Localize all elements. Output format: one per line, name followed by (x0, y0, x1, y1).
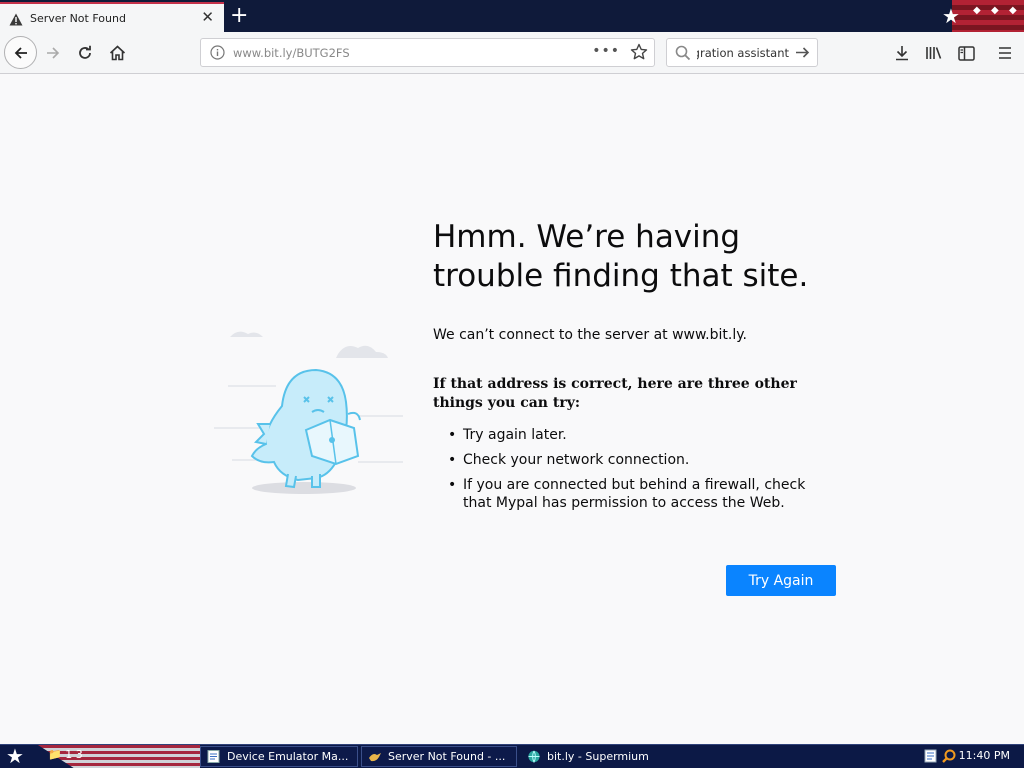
tab-title: Server Not Found (30, 12, 126, 25)
notepad-icon[interactable] (924, 749, 938, 763)
minimize-icon[interactable]: ◆ (973, 5, 981, 16)
error-title: Hmm. We’re having trouble finding that s… (433, 219, 809, 294)
tab-bar: Server Not Found ✕ + ★ ◆ ◆ ◆ (0, 0, 1024, 32)
error-page: Hmm. We’re having trouble finding that s… (0, 74, 1024, 744)
search-go-icon[interactable] (794, 44, 811, 65)
star-icon: ★ (942, 4, 960, 28)
url-text[interactable]: www.bit.ly/BUTG2FS (233, 46, 350, 60)
warning-icon (9, 11, 23, 30)
back-button[interactable] (4, 36, 37, 69)
system-tray: 11:40 PM (920, 745, 1024, 768)
home-icon (109, 45, 125, 61)
bird-icon (369, 753, 381, 762)
taskbar-item-label: Server Not Found - ... (388, 750, 506, 763)
search-icon (675, 45, 691, 65)
dinosaur-illustration (214, 331, 403, 494)
menu-button[interactable] (989, 37, 1021, 69)
downloads-button[interactable] (886, 37, 918, 69)
close-window-icon[interactable]: ◆ (1009, 5, 1017, 16)
tips-heading: If that address is correct, here are thr… (433, 376, 797, 411)
bookmark-star-icon[interactable] (630, 43, 648, 65)
info-icon[interactable] (210, 45, 225, 64)
maximize-icon[interactable]: ◆ (991, 5, 999, 16)
start-button[interactable]: ★ (6, 745, 24, 767)
search-bar[interactable]: Integration assistant (666, 38, 818, 67)
download-icon (896, 46, 908, 61)
tab-server-not-found[interactable]: Server Not Found ✕ (0, 2, 224, 32)
clock: 11:40 PM (958, 749, 1010, 762)
hamburger-menu-icon (999, 47, 1011, 59)
error-description: We can’t connect to the server at www.bi… (433, 327, 747, 343)
new-tab-icon[interactable]: + (230, 3, 248, 29)
globe-icon (528, 750, 540, 763)
taskbar-item-label: Device Emulator Ma... (227, 750, 349, 763)
search-tray-icon[interactable] (942, 749, 956, 763)
reload-button[interactable] (69, 37, 101, 69)
back-arrow-icon (14, 46, 27, 59)
try-again-button[interactable]: Try Again (726, 565, 836, 596)
forward-button[interactable] (37, 37, 69, 69)
forward-arrow-icon (47, 47, 60, 59)
page-actions-icon[interactable]: ••• (592, 43, 620, 59)
url-bar[interactable]: www.bit.ly/BUTG2FS ••• (200, 38, 655, 67)
library-icon (926, 47, 942, 59)
search-input[interactable]: Integration assistant (697, 46, 789, 60)
library-button[interactable] (918, 37, 950, 69)
nav-bar: www.bit.ly/BUTG2FS ••• Integration assis… (0, 32, 1024, 74)
taskbar-item-label: bit.ly - Supermium (547, 750, 649, 763)
folder-label: 1 3 (65, 748, 83, 761)
document-icon (207, 750, 220, 763)
folder-icon: 📁 (48, 748, 62, 761)
reload-icon (79, 45, 91, 59)
taskbar: ★ 📁 1 3 Device Emulator Ma... Server Not… (0, 744, 1024, 768)
taskbar-item-device-emulator[interactable]: Device Emulator Ma... (200, 746, 358, 767)
sidebar-icon (957, 45, 975, 61)
close-tab-icon[interactable]: ✕ (201, 10, 214, 25)
tips-list: Try again later. Check your network conn… (433, 426, 833, 519)
home-button[interactable] (101, 37, 133, 69)
taskbar-item-supermium[interactable]: bit.ly - Supermium (520, 746, 676, 767)
folder-launcher[interactable]: 📁 1 3 (48, 748, 83, 761)
sidebar-button[interactable] (950, 37, 982, 69)
taskbar-item-server-not-found[interactable]: Server Not Found - ... (361, 746, 517, 767)
list-item: Try again later. (433, 426, 833, 444)
list-item: If you are connected but behind a firewa… (433, 476, 833, 512)
list-item: Check your network connection. (433, 451, 833, 469)
